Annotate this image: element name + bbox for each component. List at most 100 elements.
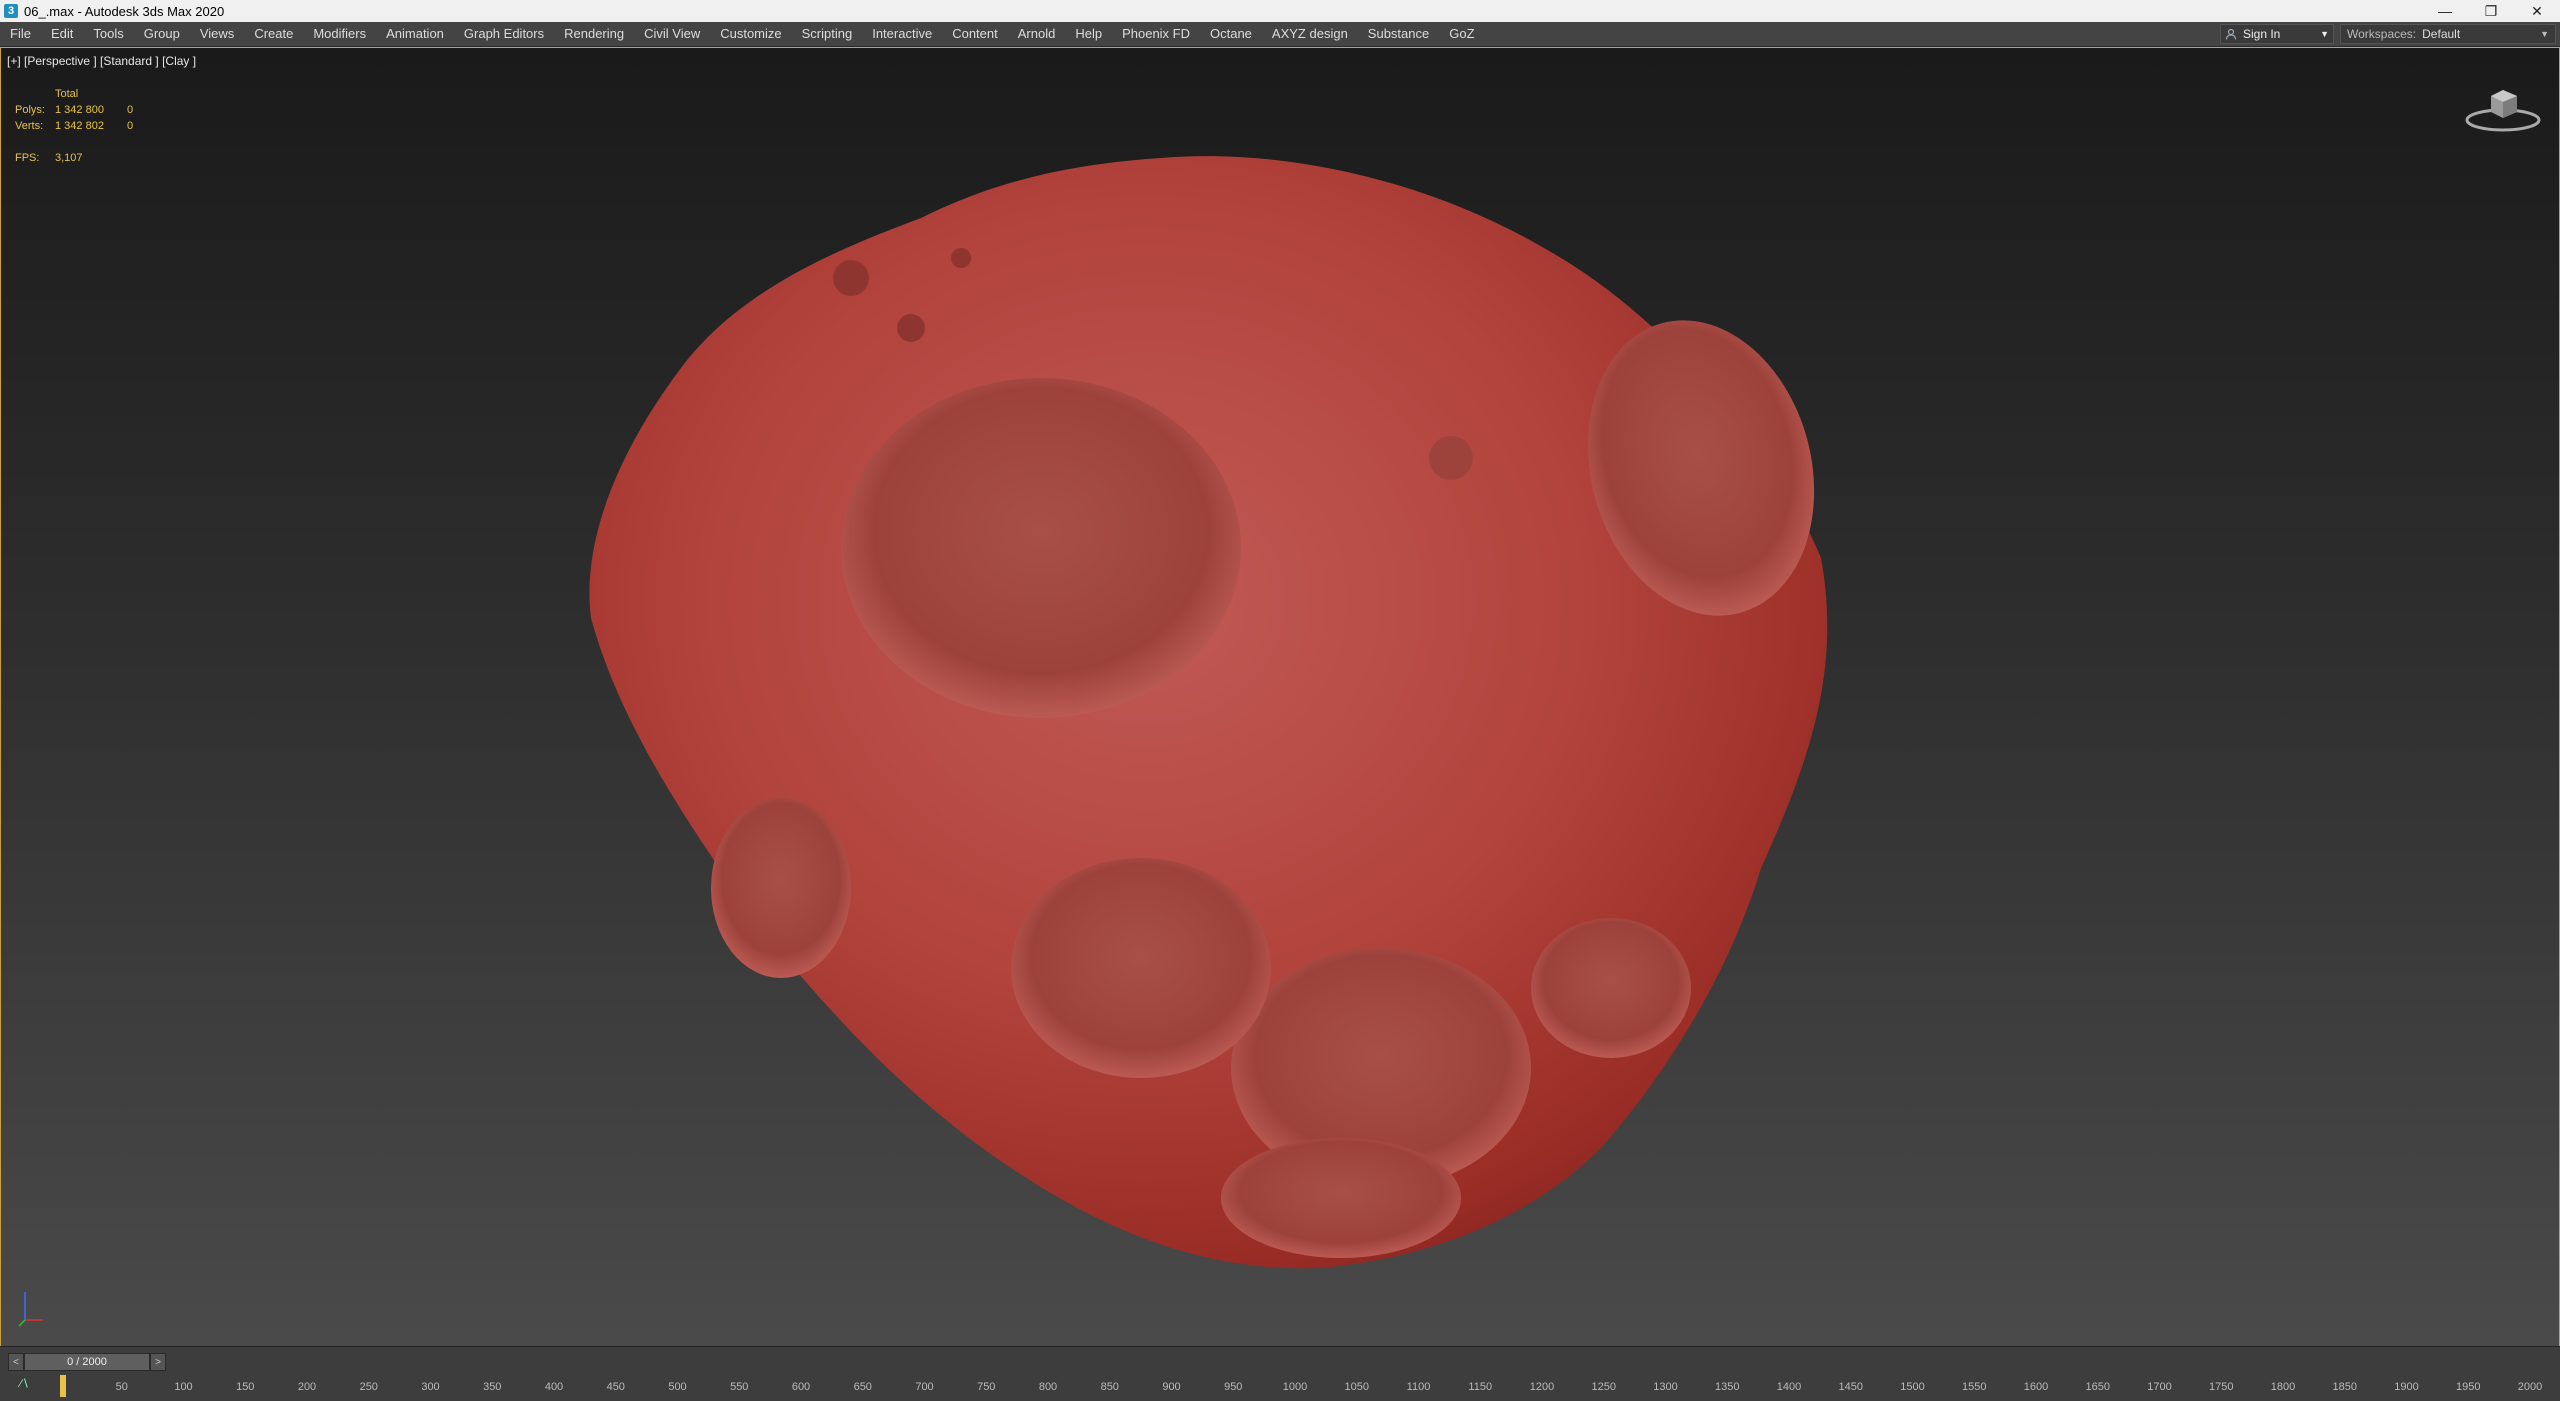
minimize-icon[interactable]: — xyxy=(2422,0,2468,22)
tick-label: 500 xyxy=(668,1381,687,1393)
tick-label: 450 xyxy=(606,1381,625,1393)
menu-phoenix-fd[interactable]: Phoenix FD xyxy=(1112,22,1200,46)
next-frame-button[interactable]: > xyxy=(150,1353,166,1371)
asteroid-mesh[interactable] xyxy=(581,108,1841,1308)
track-bar-ruler[interactable]: 0501001502002503003504004505005506006507… xyxy=(60,1375,2543,1397)
tick-label: 200 xyxy=(297,1381,317,1393)
tick-label: 1900 xyxy=(2394,1381,2419,1393)
tick-label: 1750 xyxy=(2209,1381,2234,1393)
tick-label: 1200 xyxy=(1529,1381,1555,1393)
menu-customize[interactable]: Customize xyxy=(710,22,791,46)
tick-label: 750 xyxy=(977,1381,996,1393)
tick-label: 1000 xyxy=(1282,1381,1308,1393)
close-icon[interactable]: ✕ xyxy=(2514,0,2560,22)
tick-label: 100 xyxy=(174,1381,193,1393)
tick-label: 700 xyxy=(915,1381,934,1393)
menu-tools[interactable]: Tools xyxy=(83,22,133,46)
tick-label: 550 xyxy=(730,1381,749,1393)
tick-label: 2000 xyxy=(2517,1381,2543,1393)
tick-label: 1400 xyxy=(1776,1381,1802,1393)
viewport-statistics: Total Polys: 1 342 800 0 Verts: 1 342 80… xyxy=(15,86,133,166)
restore-icon[interactable]: ❐ xyxy=(2468,0,2514,22)
menu-substance[interactable]: Substance xyxy=(1358,22,1439,46)
tick-label: 1450 xyxy=(1838,1381,1863,1393)
tick-label: 900 xyxy=(1162,1381,1181,1393)
tick-label: 150 xyxy=(236,1381,255,1393)
polys-selected: 0 xyxy=(127,104,134,116)
app-icon: 3 xyxy=(4,4,18,18)
polys-label: Polys: xyxy=(15,104,45,116)
tick-label: 300 xyxy=(421,1381,440,1393)
menu-create[interactable]: Create xyxy=(244,22,303,46)
tick-label: 850 xyxy=(1100,1381,1119,1393)
menu-axyz-design[interactable]: AXYZ design xyxy=(1262,22,1358,46)
viewcube-icon[interactable] xyxy=(2463,82,2543,134)
tick-label: 1050 xyxy=(1344,1381,1369,1393)
menu-octane[interactable]: Octane xyxy=(1200,22,1262,46)
tick-label: 1150 xyxy=(1468,1381,1493,1393)
prev-frame-button[interactable]: < xyxy=(8,1353,24,1371)
menu-help[interactable]: Help xyxy=(1065,22,1112,46)
menu-scripting[interactable]: Scripting xyxy=(792,22,863,46)
menu-civil-view[interactable]: Civil View xyxy=(634,22,710,46)
workspaces-dropdown[interactable]: Workspaces: Default ▼ xyxy=(2340,24,2556,44)
tick-label: 1700 xyxy=(2147,1381,2172,1393)
tick-label: 1500 xyxy=(1900,1381,1925,1393)
menu-edit[interactable]: Edit xyxy=(41,22,83,46)
tick-label: 1850 xyxy=(2332,1381,2357,1393)
tick-label: 1800 xyxy=(2270,1381,2296,1393)
fps-value: 3,107 xyxy=(55,152,83,164)
tick-label: 600 xyxy=(791,1381,811,1393)
menu-arnold[interactable]: Arnold xyxy=(1008,22,1066,46)
verts-label: Verts: xyxy=(15,120,44,132)
menu-rendering[interactable]: Rendering xyxy=(554,22,634,46)
menu-modifiers[interactable]: Modifiers xyxy=(303,22,376,46)
menu-graph-editors[interactable]: Graph Editors xyxy=(454,22,554,46)
menu-animation[interactable]: Animation xyxy=(376,22,454,46)
tick-label: 1550 xyxy=(1962,1381,1987,1393)
chevron-down-icon: ▼ xyxy=(2540,29,2549,39)
tick-label: 1950 xyxy=(2456,1381,2481,1393)
tick-label: 1350 xyxy=(1715,1381,1740,1393)
sign-in-label: Sign In xyxy=(2243,27,2281,41)
menu-group[interactable]: Group xyxy=(134,22,190,46)
tick-label: 350 xyxy=(483,1381,502,1393)
workspaces-value: Default xyxy=(2422,27,2461,41)
tick-label: 950 xyxy=(1224,1381,1243,1393)
user-icon xyxy=(2225,28,2237,40)
tick-label: 800 xyxy=(1038,1381,1058,1393)
perspective-viewport[interactable]: [+] [Perspective ] [Standard ] [Clay ] T… xyxy=(0,47,2560,1347)
tick-label: 650 xyxy=(853,1381,872,1393)
menu-bar: File Edit Tools Group Views Create Modifiers An… xyxy=(0,22,2560,47)
menu-file[interactable]: File xyxy=(0,22,41,46)
polys-total: 1 342 800 xyxy=(55,104,104,116)
chevron-down-icon: ▼ xyxy=(2320,29,2329,39)
menu-interactive[interactable]: Interactive xyxy=(862,22,942,46)
window-title: 06_.max - Autodesk 3ds Max 2020 xyxy=(24,3,225,19)
workspaces-label: Workspaces: xyxy=(2347,27,2417,41)
tick-label: 50 xyxy=(115,1381,128,1393)
stats-total-label: Total xyxy=(55,88,79,100)
tick-label: 1650 xyxy=(2085,1381,2110,1393)
timeline-bar: < 0 / 2000 > ⁄∖ 050100150200250300350400… xyxy=(0,1346,2560,1401)
tick-label: 1600 xyxy=(2023,1381,2049,1393)
tick-label: 250 xyxy=(359,1381,378,1393)
fps-label: FPS: xyxy=(15,152,40,164)
sign-in-dropdown[interactable]: Sign In ▼ xyxy=(2220,24,2334,44)
menu-views[interactable]: Views xyxy=(190,22,244,46)
tick-label: 1250 xyxy=(1591,1381,1616,1393)
curve-editor-toggle[interactable]: ⁄∖ xyxy=(20,1377,29,1390)
title-bar: 3 06_.max - Autodesk 3ds Max 2020 — ❐ ✕ xyxy=(0,0,2560,22)
tick-label: 400 xyxy=(544,1381,564,1393)
time-cursor[interactable] xyxy=(60,1375,66,1397)
time-slider[interactable]: < 0 / 2000 > xyxy=(8,1353,166,1371)
tick-label: 1100 xyxy=(1406,1381,1431,1393)
verts-selected: 0 xyxy=(127,120,134,132)
tick-label: 1300 xyxy=(1653,1381,1678,1393)
verts-total: 1 342 802 xyxy=(55,120,104,132)
menu-goz[interactable]: GoZ xyxy=(1439,22,1484,46)
viewport-label[interactable]: [+] [Perspective ] [Standard ] [Clay ] xyxy=(7,54,196,68)
axis-tripod-icon xyxy=(18,1292,43,1327)
menu-content[interactable]: Content xyxy=(942,22,1008,46)
frame-display[interactable]: 0 / 2000 xyxy=(23,1353,151,1371)
